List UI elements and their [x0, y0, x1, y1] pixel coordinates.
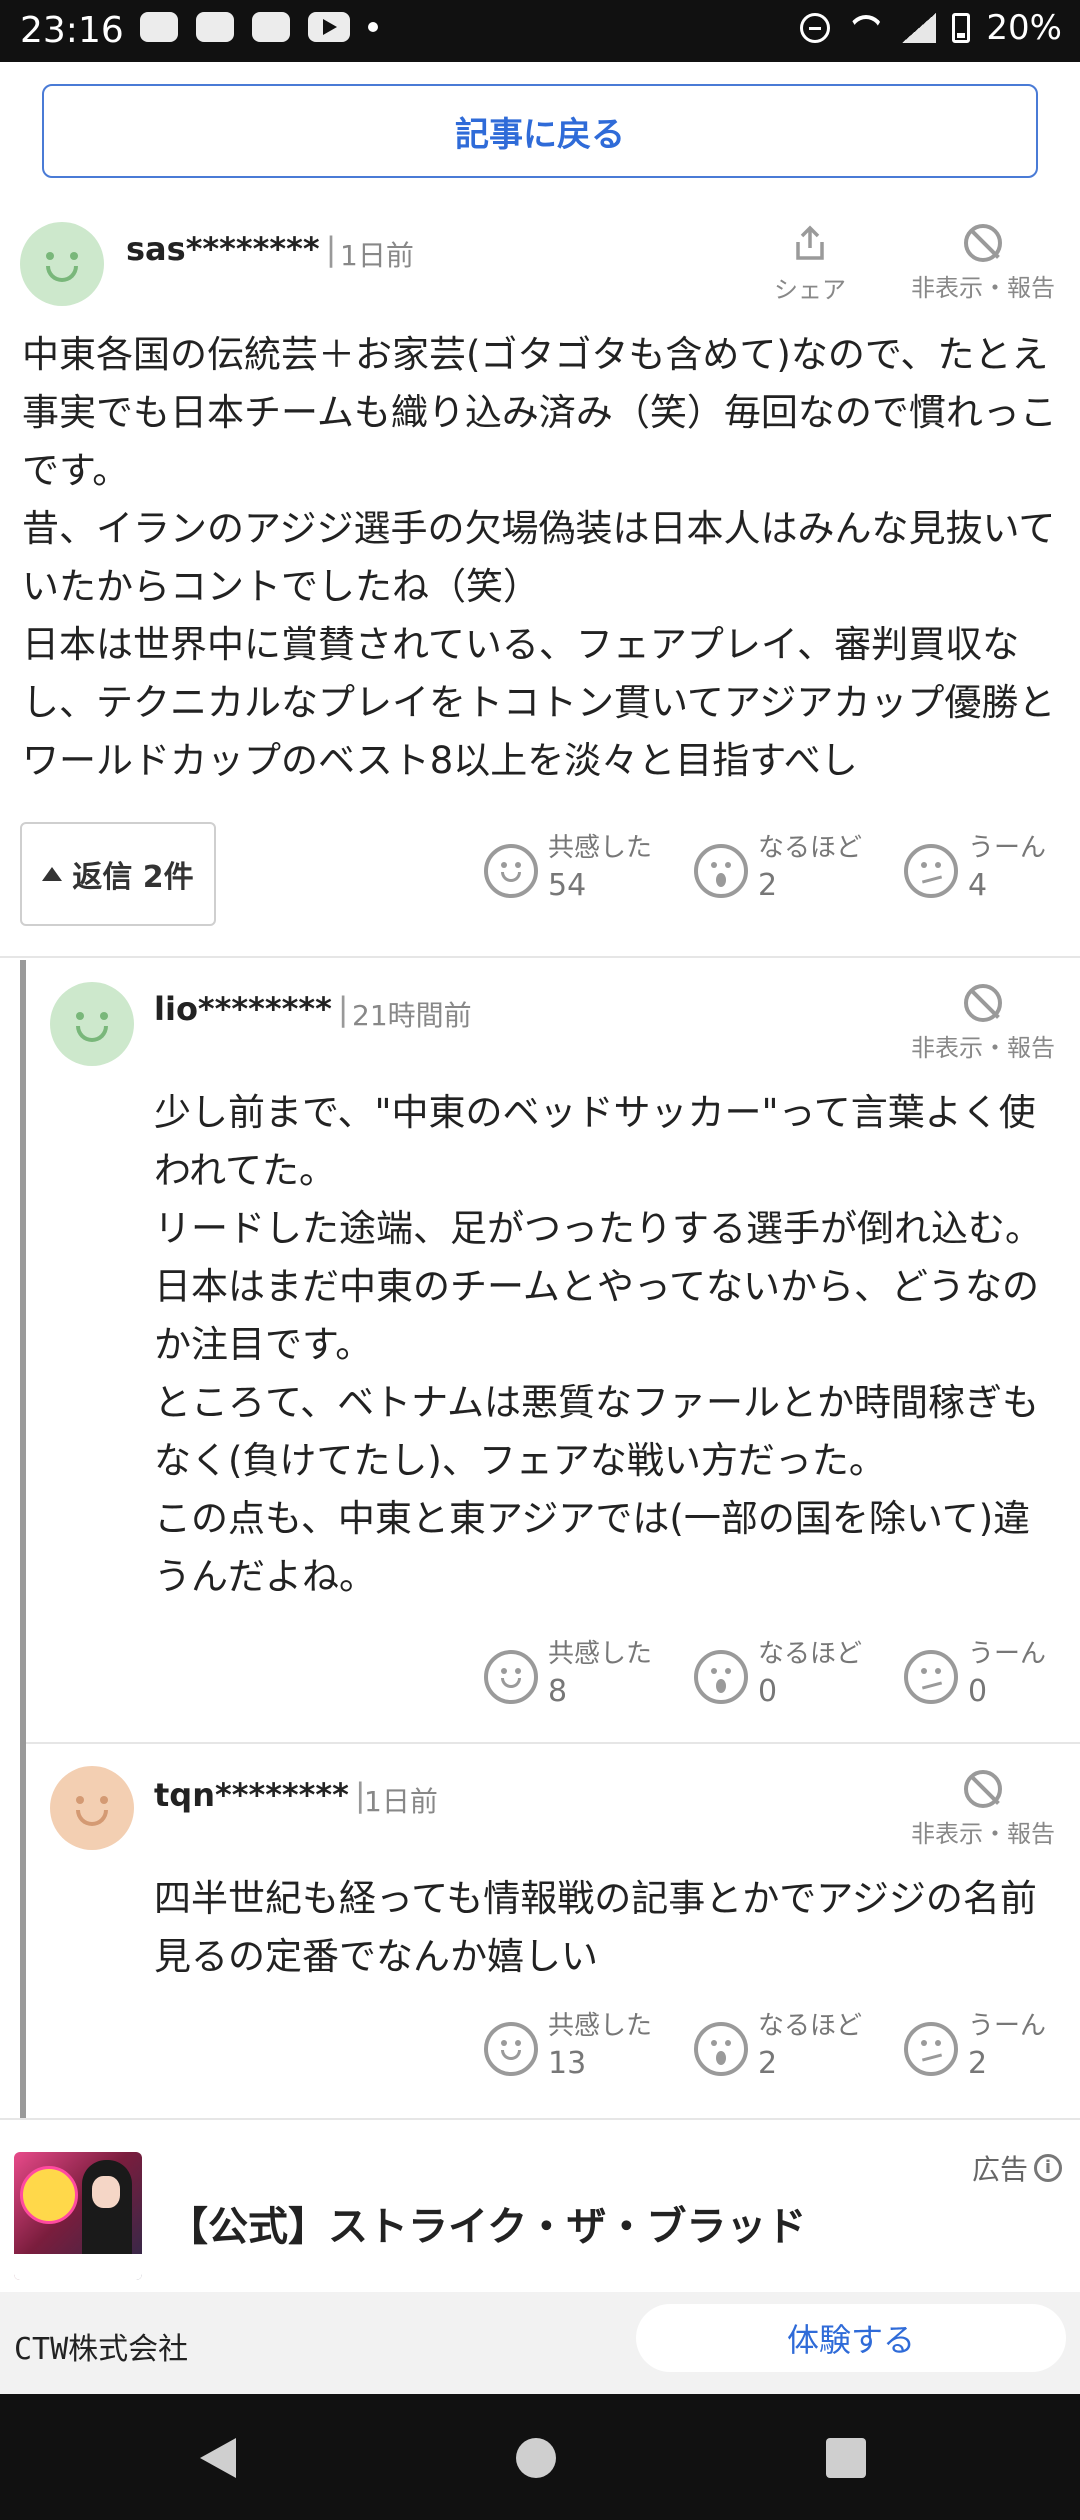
reaction-hmm-button[interactable]: うーん 4	[904, 830, 1046, 906]
comment-body: 四半世紀も経っても情報戦の記事とかでアジジの名前見るの定番でなんか嬉しい	[154, 1877, 1037, 1978]
share-button[interactable]: シェア	[770, 224, 850, 305]
reaction-indeed-button[interactable]: なるほど 2	[694, 830, 862, 906]
notification-icons	[140, 12, 378, 42]
replies-toggle-button[interactable]: 返信 2件	[20, 822, 216, 926]
comment-timestamp: 1日前	[340, 239, 414, 272]
hide-report-label: 非表示・報告	[911, 1820, 1055, 1848]
status-bar: 23:16 20%	[0, 0, 1080, 62]
ad-advertiser: CTW株式会社	[14, 2332, 189, 2367]
smile-face-icon	[484, 1650, 538, 1704]
system-icons: 20%	[800, 8, 1062, 48]
block-icon	[964, 984, 1002, 1022]
smile-face-icon	[484, 844, 538, 898]
reaction-hmm-button[interactable]: うーん 2	[904, 2008, 1046, 2084]
chevron-up-icon	[42, 867, 63, 881]
reaction-count: 54	[548, 868, 587, 903]
reaction-agree-button[interactable]: 共感した 54	[484, 830, 652, 906]
comment-timestamp: 1日前	[364, 1785, 438, 1818]
battery-percent: 20%	[986, 8, 1062, 48]
hide-report-button[interactable]: 非表示・報告	[900, 1770, 1066, 1849]
wifi-icon	[846, 13, 886, 43]
thinking-face-icon	[904, 2022, 958, 2076]
reaction-count: 2	[968, 2046, 988, 2081]
reaction-hmm-button[interactable]: うーん 0	[904, 1636, 1046, 1712]
reaction-indeed-button[interactable]: なるほど 2	[694, 2008, 862, 2084]
reaction-count: 13	[548, 2046, 587, 2081]
avatar	[20, 222, 104, 306]
surprised-face-icon	[694, 1650, 748, 1704]
hide-report-button[interactable]: 非表示・報告	[900, 224, 1066, 303]
reaction-count: 2	[758, 2046, 778, 2081]
reaction-agree-button[interactable]: 共感した 8	[484, 1636, 652, 1712]
battery-icon	[952, 13, 971, 43]
reply-thread-line	[20, 960, 26, 2120]
cell-signal-icon	[902, 13, 937, 43]
share-icon	[796, 225, 824, 260]
comment-username[interactable]: tqn******** |	[154, 1776, 372, 1814]
back-icon[interactable]	[200, 2438, 236, 2478]
reaction-agree-button[interactable]: 共感した 13	[484, 2008, 652, 2084]
comment-username[interactable]: lio******** |	[154, 990, 355, 1028]
do-not-disturb-icon	[800, 13, 831, 43]
ad-thumbnail[interactable]	[14, 2152, 142, 2280]
gamepad-icon	[196, 12, 234, 42]
divider	[26, 1742, 1080, 1744]
system-nav-bar	[0, 2394, 1080, 2520]
ad-title[interactable]: 【公式】ストライク・ザ・ブラッド	[168, 2194, 806, 2252]
clock: 23:16	[20, 10, 124, 51]
ad-footer: CTW株式会社 体験する	[0, 2292, 1080, 2394]
reaction-count: 0	[968, 1674, 988, 1709]
hide-report-label: 非表示・報告	[911, 1034, 1055, 1062]
divider	[0, 2118, 1080, 2120]
divider	[0, 956, 1080, 958]
surprised-face-icon	[694, 844, 748, 898]
gamepad-icon	[140, 12, 178, 42]
home-icon[interactable]	[516, 2438, 556, 2478]
ad-label[interactable]: 広告 i	[972, 2148, 1062, 2188]
comment-body: 中東各国の伝統芸＋お家芸(ゴタゴタも含めて)なので、たとえ事実でも日本チームも織…	[22, 333, 1057, 782]
more-notifications-dot-icon	[368, 22, 378, 32]
avatar	[50, 982, 134, 1066]
comment-username[interactable]: sas******** |	[126, 230, 342, 268]
reaction-count: 4	[968, 868, 988, 903]
thinking-face-icon	[904, 844, 958, 898]
reaction-indeed-button[interactable]: なるほど 0	[694, 1636, 862, 1712]
ad-banner[interactable]: 広告 i 【公式】ストライク・ザ・ブラッド CTW株式会社 体験する	[0, 2132, 1080, 2394]
comment-body: 少し前まで、"中東のベッドサッカー"って言葉よく使われてた。 リードした途端、足…	[154, 1091, 1042, 1598]
reaction-count: 2	[758, 868, 778, 903]
hide-report-label: 非表示・報告	[911, 274, 1055, 302]
share-label: シェア	[774, 276, 846, 304]
gamepad-icon	[252, 12, 290, 42]
back-to-article-button[interactable]: 記事に戻る	[42, 84, 1038, 178]
reaction-count: 0	[758, 1674, 778, 1709]
block-icon	[964, 224, 1002, 262]
info-icon: i	[1034, 2154, 1062, 2182]
replies-count-label: 返信 2件	[72, 860, 194, 895]
youtube-icon	[308, 12, 350, 42]
ad-cta-button[interactable]: 体験する	[636, 2304, 1066, 2372]
block-icon	[964, 1770, 1002, 1808]
avatar	[50, 1766, 134, 1850]
recent-apps-icon[interactable]	[826, 2438, 866, 2478]
thinking-face-icon	[904, 1650, 958, 1704]
surprised-face-icon	[694, 2022, 748, 2076]
reaction-count: 8	[548, 1674, 568, 1709]
hide-report-button[interactable]: 非表示・報告	[900, 984, 1066, 1063]
smile-face-icon	[484, 2022, 538, 2076]
comment-timestamp: 21時間前	[352, 999, 472, 1032]
